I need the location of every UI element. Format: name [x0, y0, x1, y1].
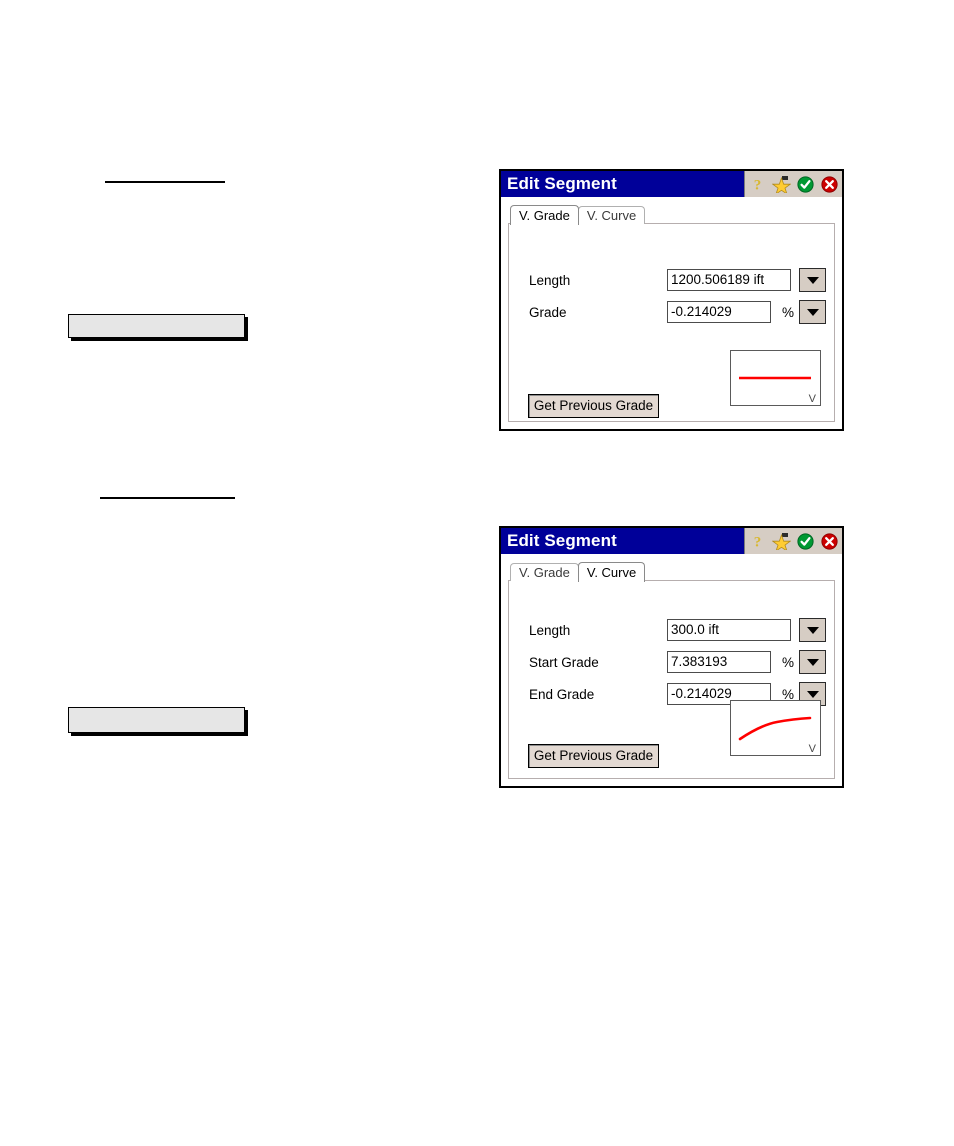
- get-previous-grade-button[interactable]: Get Previous Grade: [528, 394, 659, 418]
- dialog-client-area: V. Grade V. Curve Length 1200.506189 ift…: [501, 197, 842, 429]
- grade-label: Grade: [529, 304, 567, 320]
- start-grade-input[interactable]: 7.383193: [667, 651, 771, 673]
- start-grade-dropdown-button[interactable]: [799, 650, 826, 674]
- edit-segment-dialog-v-grade: Edit Segment ? V. Grade V. Curve Length …: [499, 169, 844, 431]
- close-icon[interactable]: [820, 175, 839, 194]
- preview-corner-label: V: [808, 393, 816, 405]
- tab-panel-v-curve: Length 300.0 ift Start Grade 7.383193 % …: [508, 580, 835, 779]
- star-icon[interactable]: [772, 175, 791, 194]
- length-dropdown-button[interactable]: [799, 618, 826, 642]
- titlebar: Edit Segment ?: [501, 528, 842, 554]
- length-label: Length: [529, 622, 571, 638]
- titlebar-icon-tray: ?: [744, 528, 842, 554]
- tabstrip: V. Grade V. Curve: [510, 559, 835, 582]
- close-icon[interactable]: [820, 532, 839, 551]
- svg-text:?: ?: [754, 534, 762, 550]
- chevron-down-icon: [806, 308, 819, 316]
- grade-preview-graphic: [739, 376, 811, 380]
- get-previous-grade-button[interactable]: Get Previous Grade: [528, 744, 659, 768]
- field-row-grade: Grade -0.214029 %: [529, 300, 826, 324]
- star-icon[interactable]: [772, 532, 791, 551]
- grade-preview: V: [730, 350, 821, 406]
- chevron-down-icon: [806, 276, 819, 284]
- field-row-length: Length 1200.506189 ift: [529, 268, 826, 292]
- tab-panel-v-grade: Length 1200.506189 ift Grade -0.214029 %…: [508, 223, 835, 422]
- tab-v-curve[interactable]: V. Curve: [577, 206, 646, 224]
- help-icon[interactable]: ?: [748, 175, 767, 194]
- field-row-length: Length 300.0 ift: [529, 618, 826, 642]
- ok-icon[interactable]: [796, 175, 815, 194]
- chevron-down-icon: [806, 690, 819, 698]
- tab-v-curve[interactable]: V. Curve: [577, 562, 646, 582]
- document-rule-2: [100, 497, 235, 499]
- dialog-client-area: V. Grade V. Curve Length 300.0 ift Start…: [501, 554, 842, 786]
- length-label: Length: [529, 272, 571, 288]
- edit-segment-dialog-v-curve: Edit Segment ? V. Grade V. Curve Length …: [499, 526, 844, 788]
- length-input[interactable]: 1200.506189 ift: [667, 269, 791, 291]
- start-grade-label: Start Grade: [529, 654, 599, 670]
- length-dropdown-button[interactable]: [799, 268, 826, 292]
- document-gray-box-2: [68, 707, 245, 733]
- length-input[interactable]: 300.0 ift: [667, 619, 791, 641]
- tabstrip: V. Grade V. Curve: [510, 202, 835, 225]
- titlebar-icon-tray: ?: [744, 171, 842, 197]
- svg-text:?: ?: [754, 177, 762, 193]
- window-title: Edit Segment: [507, 174, 617, 193]
- start-grade-unit-label: %: [782, 654, 795, 670]
- tab-v-grade[interactable]: V. Grade: [510, 563, 579, 581]
- tab-v-grade[interactable]: V. Grade: [510, 205, 579, 225]
- window-title: Edit Segment: [507, 531, 617, 550]
- document-rule-1: [105, 181, 225, 183]
- grade-input[interactable]: -0.214029: [667, 301, 771, 323]
- grade-unit-label: %: [782, 304, 795, 320]
- grade-dropdown-button[interactable]: [799, 300, 826, 324]
- help-icon[interactable]: ?: [748, 532, 767, 551]
- ok-icon[interactable]: [796, 532, 815, 551]
- document-gray-box-1: [68, 314, 245, 338]
- chevron-down-icon: [806, 626, 819, 634]
- curve-preview-graphic: [738, 716, 812, 741]
- curve-preview: V: [730, 700, 821, 756]
- titlebar: Edit Segment ?: [501, 171, 842, 197]
- field-row-start-grade: Start Grade 7.383193 %: [529, 650, 826, 674]
- preview-corner-label: V: [808, 743, 816, 755]
- chevron-down-icon: [806, 658, 819, 666]
- end-grade-label: End Grade: [529, 686, 595, 702]
